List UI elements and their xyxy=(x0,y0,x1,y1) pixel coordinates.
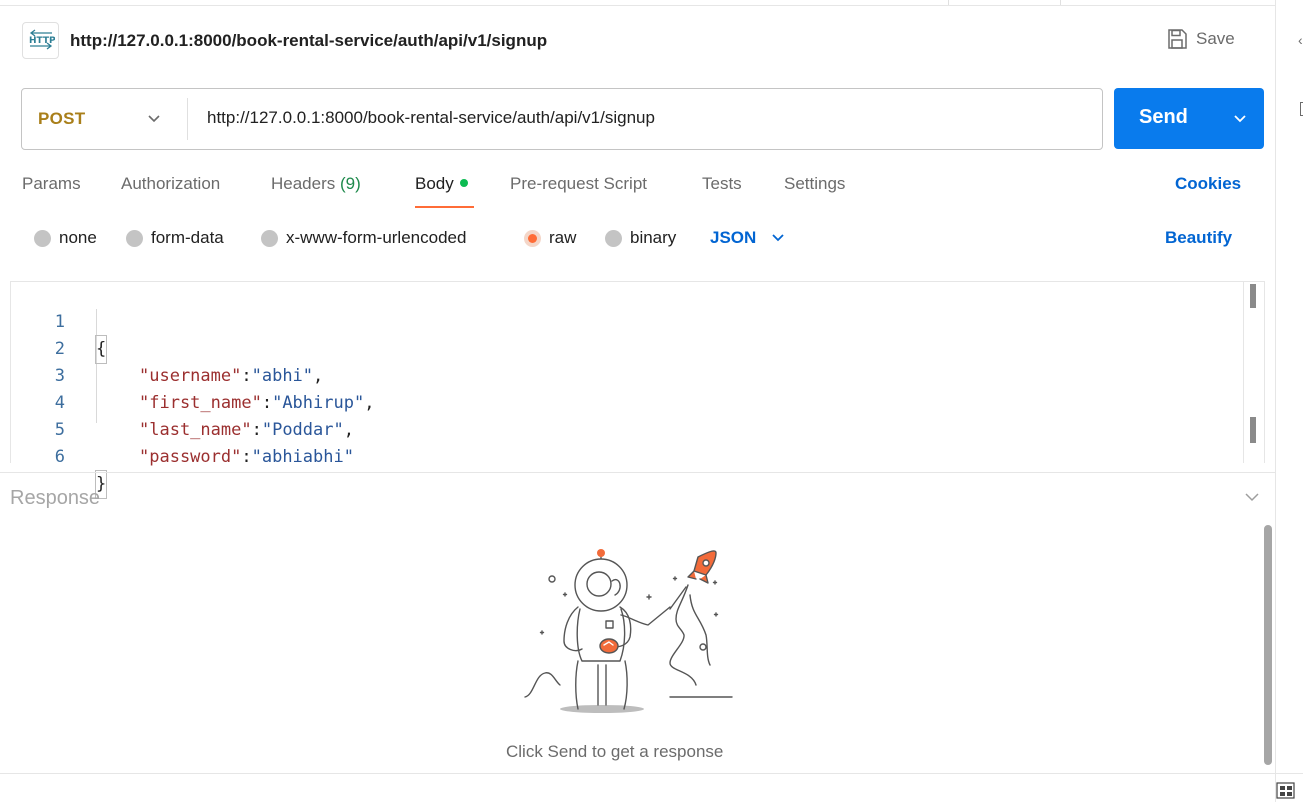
http-icon: HTTP xyxy=(22,22,59,59)
radio-form-data[interactable]: form-data xyxy=(126,228,224,248)
url-input[interactable] xyxy=(207,106,1087,130)
tab-body-label: Body xyxy=(415,174,454,193)
line-number: 6 xyxy=(54,447,65,467)
code-line: 2 "username":"abhi", xyxy=(10,309,1240,386)
save-button[interactable]: Save xyxy=(1166,28,1235,50)
url-divider xyxy=(187,98,188,140)
status-bar-divider xyxy=(0,773,1303,774)
code-line: 6 } xyxy=(10,417,1240,499)
code-line: 3 "first_name":"Abhirup", xyxy=(10,336,1240,413)
send-button[interactable]: Send xyxy=(1114,88,1264,149)
chevron-down-icon[interactable] xyxy=(146,112,162,126)
code-line: 1 { xyxy=(10,282,1240,364)
collapse-arrow-icon[interactable]: ‹ xyxy=(1298,32,1303,48)
radio-circle xyxy=(34,229,51,247)
json-sep: : xyxy=(241,447,252,467)
radio-label: binary xyxy=(630,228,677,247)
tab-divider xyxy=(1060,0,1061,5)
response-title: Response xyxy=(10,487,101,509)
save-icon xyxy=(1168,29,1187,49)
radio-label: x-www-form-urlencoded xyxy=(286,228,467,247)
method-select[interactable]: POST xyxy=(38,109,86,129)
tab-body[interactable]: Body xyxy=(415,174,468,194)
code-line: 4 "last_name":"Poddar", xyxy=(10,363,1240,440)
radio-label: raw xyxy=(549,228,577,247)
tab-divider xyxy=(948,0,949,5)
layout-toggle-icon[interactable] xyxy=(1276,782,1296,800)
json-value: "abhiabhi" xyxy=(251,447,354,467)
format-label: JSON xyxy=(710,228,757,247)
tab-params[interactable]: Params xyxy=(22,174,81,194)
radio-circle xyxy=(126,229,143,247)
beautify-button[interactable]: Beautify xyxy=(1165,228,1232,248)
radio-circle xyxy=(261,229,278,247)
request-title[interactable]: http://127.0.0.1:8000/book-rental-servic… xyxy=(70,31,547,51)
astronaut-rocket-illustration xyxy=(524,549,733,713)
tab-headers[interactable]: Headers (9) xyxy=(271,174,361,194)
tab-pre-request-script[interactable]: Pre-request Script xyxy=(510,174,647,194)
tab-authorization[interactable]: Authorization xyxy=(121,174,220,194)
chevron-down-icon[interactable] xyxy=(1243,490,1261,504)
response-scrollbar[interactable] xyxy=(1264,525,1272,765)
radio-circle-selected xyxy=(524,229,541,247)
body-indicator-dot xyxy=(459,179,468,187)
radio-label: none xyxy=(59,228,97,247)
radio-urlencoded[interactable]: x-www-form-urlencoded xyxy=(261,228,466,248)
radio-raw[interactable]: raw xyxy=(524,228,576,248)
tab-headers-label: Headers xyxy=(271,174,336,193)
radio-binary[interactable]: binary xyxy=(605,228,676,248)
tab-tests[interactable]: Tests xyxy=(702,174,742,194)
cookies-link[interactable]: Cookies xyxy=(1175,174,1241,194)
editor-scrollbar-thumb[interactable] xyxy=(1250,284,1256,308)
radio-circle xyxy=(605,229,622,247)
top-tab-strip xyxy=(0,0,1275,6)
active-tab-underline xyxy=(415,206,474,208)
editor-scrollbar-thumb[interactable] xyxy=(1250,417,1256,443)
chevron-down-icon xyxy=(772,234,784,242)
response-divider[interactable] xyxy=(0,472,1275,473)
format-select[interactable]: JSON xyxy=(710,228,786,248)
code-line: 5 "password":"abhiabhi" xyxy=(10,390,1240,467)
tab-settings[interactable]: Settings xyxy=(784,174,845,194)
headers-count-badge: (9) xyxy=(340,174,361,193)
json-key: "password" xyxy=(139,447,242,467)
svg-text:HTTP: HTTP xyxy=(29,36,55,46)
editor-scroll-track xyxy=(1243,282,1244,463)
response-empty-hint: Click Send to get a response xyxy=(506,742,724,761)
chevron-down-icon[interactable] xyxy=(1232,112,1248,126)
radio-none[interactable]: none xyxy=(34,228,97,248)
radio-label: form-data xyxy=(151,228,224,247)
save-label: Save xyxy=(1196,29,1235,48)
right-sidebar-rail: ‹ xyxy=(1275,0,1303,802)
send-label: Send xyxy=(1139,106,1188,128)
